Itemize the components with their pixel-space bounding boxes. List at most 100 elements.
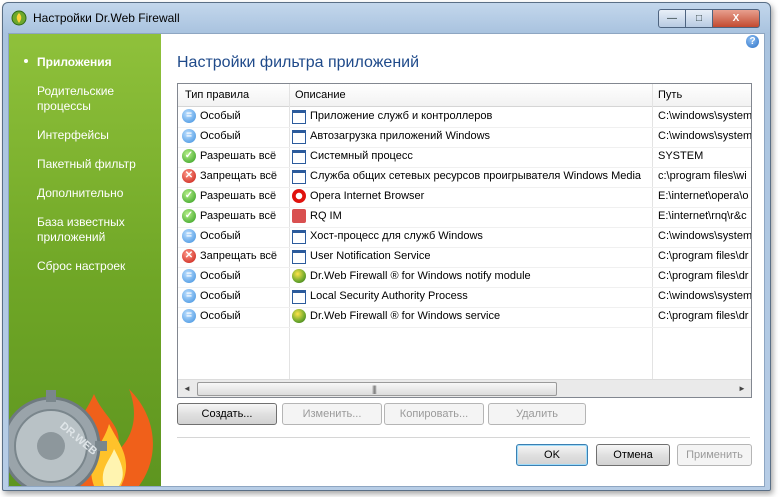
- description-cell: Системный процесс: [310, 150, 413, 162]
- description-cell: Служба общих сетевых ресурсов проигрыват…: [310, 170, 642, 182]
- create-button[interactable]: Создать...: [177, 403, 277, 425]
- column-header-path[interactable]: Путь: [658, 89, 682, 101]
- drweb-logo: DR.WEB: [9, 389, 153, 486]
- sidebar-item-interfaces[interactable]: Интерфейсы: [37, 128, 155, 143]
- rule-type-cell: Разрешать всё: [200, 190, 277, 202]
- table-row[interactable]: ✓ Разрешать всё Opera Internet Browser E:\i…: [178, 187, 751, 208]
- app-drweb-icon: [292, 309, 306, 323]
- sidebar-item-reset[interactable]: Сброс настроек: [37, 259, 155, 274]
- scroll-thumb[interactable]: |||: [197, 382, 557, 396]
- rule-type-cell: Особый: [200, 290, 241, 302]
- path-cell: SYSTEM: [658, 150, 704, 162]
- table-row[interactable]: ✕ Запрещать всё Служба общих сетевых ресур…: [178, 167, 751, 188]
- rule-custom-icon: =: [182, 109, 196, 123]
- rule-type-cell: Особый: [200, 230, 241, 242]
- settings-window: Настройки Dr.Web Firewall — □ X Приложен…: [2, 2, 771, 491]
- description-cell: Хост-процесс для служб Windows: [310, 230, 483, 242]
- rule-type-cell: Разрешать всё: [200, 210, 277, 222]
- table-row[interactable]: ✕ Запрещать всё User Notification Service C…: [178, 247, 751, 268]
- rule-custom-icon: =: [182, 129, 196, 143]
- ok-button[interactable]: OK: [516, 444, 588, 466]
- app-window-icon: [292, 290, 306, 304]
- sidebar-item-packet-filter[interactable]: Пакетный фильтр: [37, 157, 155, 172]
- rule-type-cell: Запрещать всё: [200, 170, 278, 182]
- rule-custom-icon: =: [182, 289, 196, 303]
- table-row[interactable]: ✓ Разрешать всё Системный процесс SYSTEM: [178, 147, 751, 168]
- rule-custom-icon: =: [182, 309, 196, 323]
- column-header-description[interactable]: Описание: [295, 89, 346, 101]
- rule-allow-icon: ✓: [182, 189, 196, 203]
- close-button[interactable]: X: [712, 9, 760, 28]
- minimize-button[interactable]: —: [658, 9, 686, 28]
- path-cell: E:\internet\opera\o: [658, 190, 749, 202]
- app-window-icon: [292, 150, 306, 164]
- description-cell: Автозагрузка приложений Windows: [310, 130, 491, 142]
- sidebar-item-applications[interactable]: Приложения: [37, 55, 155, 70]
- description-cell: Opera Internet Browser: [310, 190, 425, 202]
- sidebar-item-parent-processes[interactable]: Родительские процессы: [37, 84, 155, 114]
- help-icon[interactable]: ?: [746, 35, 759, 48]
- path-cell: c:\program files\wi: [658, 170, 747, 182]
- description-cell: User Notification Service: [310, 250, 431, 262]
- apply-button[interactable]: Применить: [677, 444, 752, 466]
- app-rq-icon: [292, 209, 306, 223]
- sidebar-item-known-apps[interactable]: База известных приложений: [37, 215, 155, 245]
- table-row[interactable]: = Особый Dr.Web Firewall ® for Windows not…: [178, 267, 751, 288]
- path-cell: C:\program files\dr: [658, 270, 749, 282]
- table-row[interactable]: ✓ Разрешать всё RQ IM E:\internet\rnq\r&c: [178, 207, 751, 228]
- cancel-button[interactable]: Отмена: [596, 444, 670, 466]
- rule-type-cell: Особый: [200, 270, 241, 282]
- description-cell: Dr.Web Firewall ® for Windows service: [310, 310, 501, 322]
- window-title: Настройки Dr.Web Firewall: [33, 11, 180, 25]
- copy-button[interactable]: Копировать...: [384, 403, 484, 425]
- rule-custom-icon: =: [182, 269, 196, 283]
- app-window-icon: [292, 110, 306, 124]
- app-window-icon: [292, 230, 306, 244]
- horizontal-scrollbar[interactable]: ◄ ||| ►: [178, 379, 751, 397]
- description-cell: Local Security Authority Process: [310, 290, 468, 302]
- app-window-icon: [292, 170, 306, 184]
- rule-allow-icon: ✓: [182, 149, 196, 163]
- active-bullet: [24, 59, 28, 63]
- app-opera-icon: [292, 189, 306, 203]
- app-window-icon: [292, 130, 306, 144]
- description-cell: Приложение служб и контроллеров: [310, 110, 493, 122]
- table-row[interactable]: = Особый Local Security Authority Process C…: [178, 287, 751, 308]
- maximize-button[interactable]: □: [685, 9, 713, 28]
- rule-custom-icon: =: [182, 229, 196, 243]
- rules-table[interactable]: Тип правила Описание Путь = Особый Приложе…: [177, 83, 752, 398]
- path-cell: C:\windows\system: [658, 130, 751, 142]
- table-row[interactable]: = Особый Хост-процесс для служб Windows C:\…: [178, 227, 751, 248]
- rule-type-cell: Разрешать всё: [200, 150, 277, 162]
- app-drweb-icon: [292, 269, 306, 283]
- rule-allow-icon: ✓: [182, 209, 196, 223]
- path-cell: C:\program files\dr: [658, 250, 749, 262]
- table-row[interactable]: = Особый Приложение служб и контроллеров C:…: [178, 107, 751, 128]
- path-cell: C:\windows\system: [658, 230, 751, 242]
- footer-divider: [177, 437, 750, 438]
- table-header: Тип правила Описание Путь: [178, 84, 751, 107]
- edit-button[interactable]: Изменить...: [282, 403, 382, 425]
- rule-type-cell: Особый: [200, 130, 241, 142]
- app-window-icon: [292, 250, 306, 264]
- path-cell: C:\program files\dr: [658, 310, 749, 322]
- page-title: Настройки фильтра приложений: [177, 54, 420, 71]
- rule-type-cell: Запрещать всё: [200, 250, 278, 262]
- drweb-app-icon: [11, 10, 27, 26]
- rule-type-cell: Особый: [200, 110, 241, 122]
- scroll-grip-icon: |||: [372, 384, 377, 394]
- scroll-right-arrow-icon[interactable]: ►: [738, 384, 746, 393]
- description-cell: RQ IM: [310, 210, 342, 222]
- table-row[interactable]: = Особый Dr.Web Firewall ® for Windows ser…: [178, 307, 751, 328]
- delete-button[interactable]: Удалить: [488, 403, 586, 425]
- table-row[interactable]: = Особый Автозагрузка приложений Windows C:…: [178, 127, 751, 148]
- column-header-rule-type[interactable]: Тип правила: [185, 89, 249, 101]
- path-cell: E:\internet\rnq\r&c: [658, 210, 747, 222]
- sidebar-item-advanced[interactable]: Дополнительно: [37, 186, 155, 201]
- path-cell: C:\windows\system: [658, 290, 751, 302]
- rule-type-cell: Особый: [200, 310, 241, 322]
- title-bar[interactable]: Настройки Dr.Web Firewall — □ X: [3, 3, 770, 33]
- scroll-left-arrow-icon[interactable]: ◄: [183, 384, 191, 393]
- description-cell: Dr.Web Firewall ® for Windows notify mod…: [310, 270, 531, 282]
- rule-deny-icon: ✕: [182, 249, 196, 263]
